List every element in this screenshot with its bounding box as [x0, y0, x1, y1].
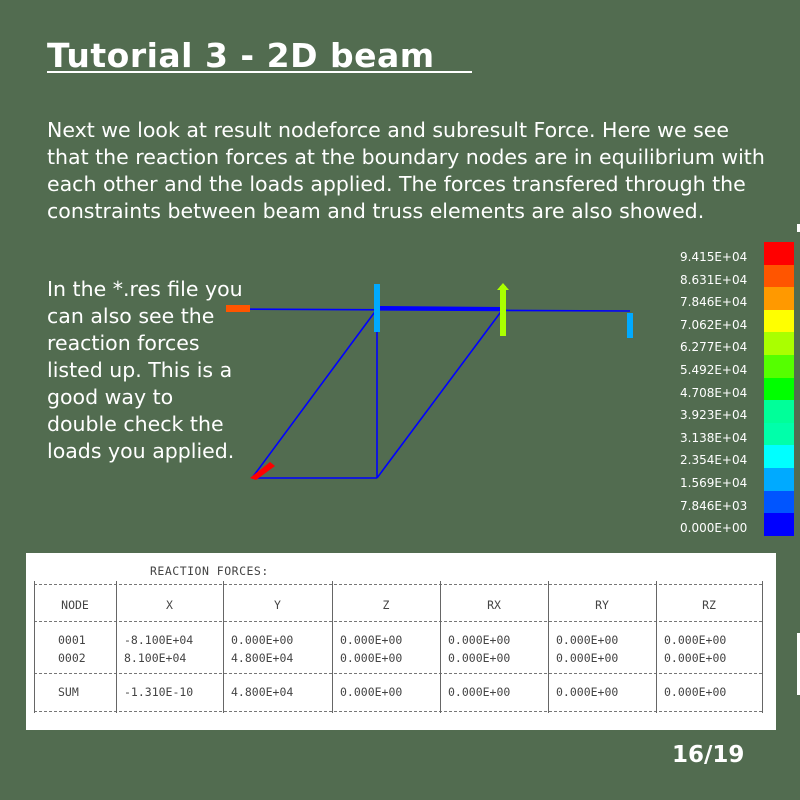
legend-label: 1.569E+04: [680, 476, 748, 490]
color-legend: 9.415E+04 8.631E+04 7.846E+04 7.062E+04 6.27…: [660, 242, 800, 537]
legend-label: 7.846E+03: [680, 498, 748, 513]
table-cell: 4.800E+04: [231, 651, 294, 665]
table-sum-cell: 0.000E+00: [664, 685, 727, 699]
table-header-cell: RX: [487, 598, 501, 612]
legend-swatch: [764, 377, 794, 401]
table-cell: 0001: [58, 633, 86, 647]
legend-label: 9.415E+04: [680, 250, 748, 264]
legend-swatch: [764, 490, 794, 514]
legend-label: 5.492E+04: [680, 363, 748, 377]
table-sum-cell: 0.000E+00: [556, 685, 619, 699]
table-header-cell: Y: [274, 598, 281, 612]
top-beam-thick-line: [376, 306, 504, 311]
diagonal-left-line: [251, 308, 378, 479]
table-cell: 0.000E+00: [664, 633, 727, 647]
table-header-cell: NODE: [61, 598, 89, 612]
table-dashed-rule: [34, 621, 762, 622]
table-dashed-rule: [34, 711, 762, 712]
table-sum-cell: 4.800E+04: [231, 685, 294, 699]
table-cell: 0002: [58, 651, 86, 665]
table-cell: 0.000E+00: [340, 651, 403, 665]
table-cell: 0.000E+00: [231, 633, 294, 647]
table-dashed-rule: [34, 584, 762, 585]
table-cell: 0.000E+00: [448, 651, 511, 665]
legend-swatch: [764, 332, 794, 356]
arrow-mid-force: [374, 284, 380, 332]
page-number: 16/19: [672, 742, 745, 768]
table-sum-cell: 0.000E+00: [340, 685, 403, 699]
table-cell: 0.000E+00: [556, 633, 619, 647]
legend-swatch: [764, 422, 794, 446]
legend-label: 6.277E+04: [680, 340, 748, 355]
reaction-arrows: [226, 283, 633, 480]
legend-swatch: [764, 468, 794, 491]
legend-label: 7.846E+04: [680, 295, 748, 310]
table-column-divider: [762, 581, 763, 713]
arrow-top-force: [500, 286, 506, 336]
legend-label: 7.062E+04: [680, 317, 748, 332]
legend-label: 3.923E+04: [680, 408, 748, 423]
legend-swatch: [764, 355, 794, 378]
table-cell: 0.000E+00: [448, 633, 511, 647]
legend-swatch: [764, 309, 794, 333]
legend-label: 4.708E+04: [680, 385, 748, 400]
legend-swatch: [764, 287, 794, 311]
legend-swatch: [764, 513, 794, 537]
table-header-cell: RY: [595, 598, 609, 612]
reaction-forces-table: REACTION FORCES: NODE X Y Z RX RY RZ 0001 -8.100…: [26, 553, 776, 730]
beam-structure: [225, 306, 631, 479]
table-cell: 0.000E+00: [664, 651, 727, 665]
legend-label: 2.354E+04: [680, 453, 748, 468]
table-header-cell: X: [166, 598, 173, 612]
table-sum-cell: SUM: [58, 685, 79, 699]
table-dashed-rule: [34, 673, 762, 674]
legend-swatch: [764, 400, 794, 424]
diagonal-right-line: [376, 308, 504, 479]
table-sum-cell: 0.000E+00: [448, 685, 511, 699]
arrow-top-head: [497, 283, 509, 290]
table-sum-cell: -1.310E-10: [124, 685, 194, 699]
legend-swatch: [764, 264, 794, 288]
table-header-cell: Z: [382, 598, 390, 612]
legend-label: 8.631E+04: [680, 272, 748, 287]
legend-label: 3.138E+04: [680, 430, 748, 445]
legend-swatch: [764, 242, 794, 265]
arrow-right-force: [627, 313, 633, 338]
table-cell: -8.100E+04: [124, 633, 194, 647]
table-header-cell: RZ: [702, 598, 716, 612]
arrow-left-force: [226, 305, 250, 312]
legend-swatch: [764, 445, 794, 469]
table-cell: 8.100E+04: [124, 651, 187, 665]
table-cell: 0.000E+00: [340, 633, 403, 647]
table-cell: 0.000E+00: [556, 651, 619, 665]
table-caption: REACTION FORCES:: [150, 564, 269, 578]
legend-label: 0.000E+00: [680, 521, 748, 536]
